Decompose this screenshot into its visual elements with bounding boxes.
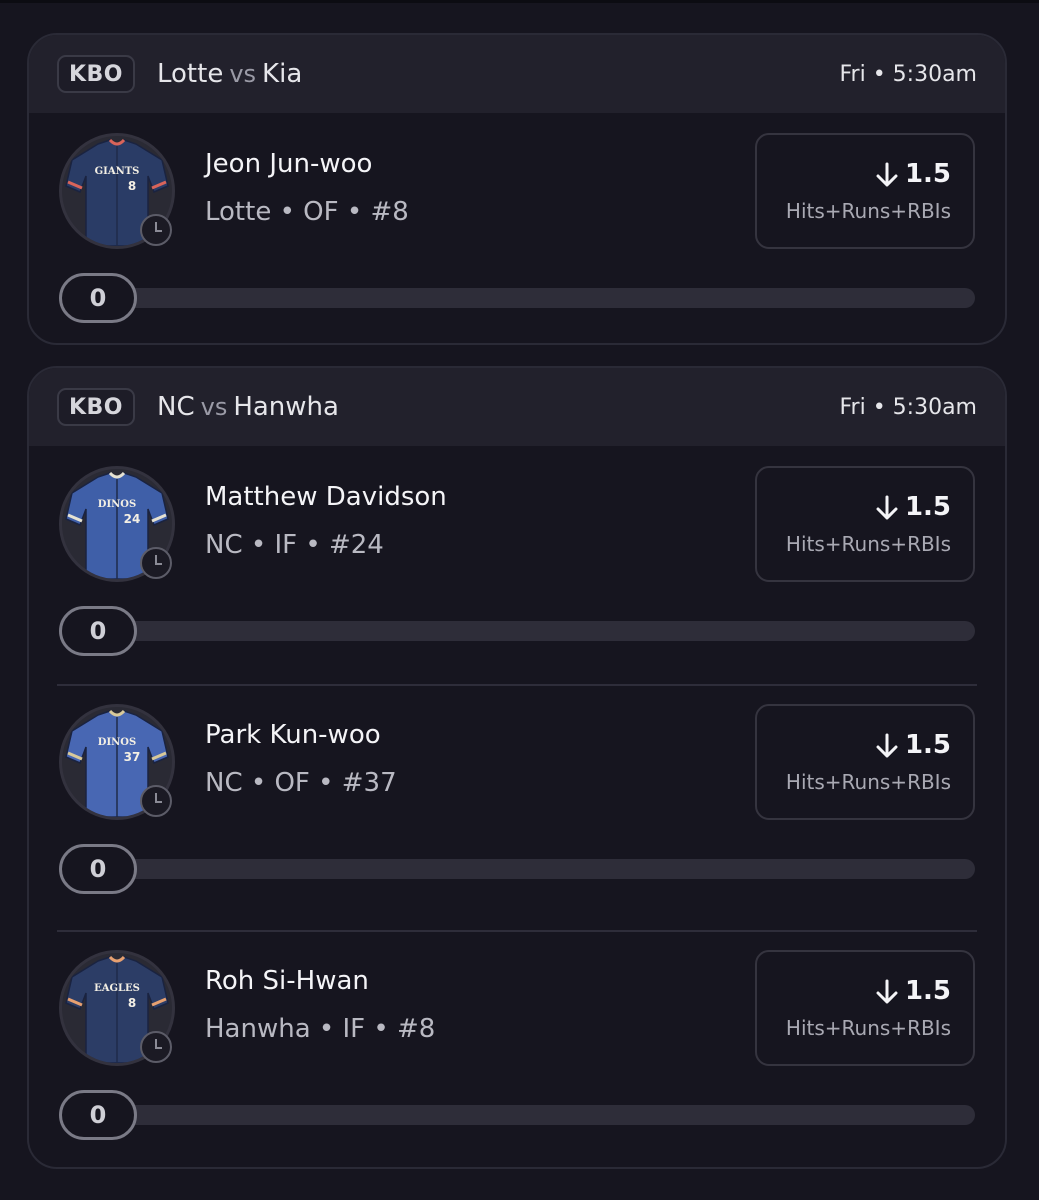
arrow-down-icon — [876, 979, 898, 1004]
line-value: 1.5 — [904, 730, 951, 760]
progress-track — [119, 1105, 975, 1125]
jersey-team-text: EAGLES — [94, 983, 140, 994]
league-badge: KBO — [57, 388, 135, 426]
line-value: 1.5 — [904, 976, 951, 1006]
jersey-number-text: 24 — [124, 512, 141, 526]
team-home: Lotte — [157, 59, 224, 89]
team-home: NC — [157, 392, 195, 422]
clock-icon — [140, 1031, 172, 1063]
jersey-team-text: DINOS — [98, 737, 136, 748]
arrow-down-icon — [876, 162, 898, 187]
jersey-team-text: GIANTS — [95, 166, 140, 177]
vs-label: vs — [229, 60, 257, 88]
stat-label: Hits+Runs+RBIs — [785, 532, 951, 556]
progress-track — [119, 859, 975, 879]
line-value: 1.5 — [904, 492, 951, 522]
stat-label: Hits+Runs+RBIs — [785, 1016, 951, 1040]
player-row[interactable]: EAGLES 8 Roh Si-Hwan Hanwha • IF • #8 1.5… — [57, 930, 977, 1167]
player-name[interactable]: Matthew Davidson — [205, 482, 447, 512]
game-card-nc-hanwha[interactable]: KBO NC vs Hanwha Fri • 5:30am DINOS 24 Matt… — [27, 366, 1007, 1169]
jersey-number-text: 37 — [124, 750, 141, 764]
clock-icon — [140, 547, 172, 579]
player-row[interactable]: DINOS 24 Matthew Davidson NC • IF • #24 1… — [29, 446, 1005, 684]
player-name[interactable]: Roh Si-Hwan — [205, 966, 369, 996]
player-avatar: DINOS 24 — [59, 466, 175, 582]
progress-count: 0 — [59, 273, 137, 323]
game-header: KBO NC vs Hanwha Fri • 5:30am — [29, 368, 1005, 446]
game-header: KBO Lotte vs Kia Fri • 5:30am — [29, 35, 1005, 113]
app-root: KBO Lotte vs Kia Fri • 5:30am GIANTS 8 Jeon… — [0, 0, 1039, 1200]
arrow-down-icon — [876, 733, 898, 758]
line-button[interactable]: 1.5 Hits+Runs+RBIs — [755, 950, 975, 1066]
arrow-down-icon — [876, 495, 898, 520]
line-button[interactable]: 1.5 Hits+Runs+RBIs — [755, 466, 975, 582]
player-name[interactable]: Park Kun-woo — [205, 720, 381, 750]
line-button[interactable]: 1.5 Hits+Runs+RBIs — [755, 704, 975, 820]
stat-label: Hits+Runs+RBIs — [785, 770, 951, 794]
vs-label: vs — [200, 393, 228, 421]
line-button[interactable]: 1.5 Hits+Runs+RBIs — [755, 133, 975, 249]
player-row[interactable]: DINOS 37 Park Kun-woo NC • OF • #37 1.5 H… — [57, 684, 977, 930]
clock-icon — [140, 785, 172, 817]
clock-icon — [140, 214, 172, 246]
game-time: Fri • 5:30am — [839, 61, 978, 87]
player-avatar: GIANTS 8 — [59, 133, 175, 249]
player-meta: Hanwha • IF • #8 — [205, 1014, 436, 1044]
game-card-lotte-kia[interactable]: KBO Lotte vs Kia Fri • 5:30am GIANTS 8 Jeon… — [27, 33, 1007, 345]
progress-count: 0 — [59, 844, 137, 894]
player-meta: NC • IF • #24 — [205, 530, 384, 560]
team-away: Kia — [262, 59, 303, 89]
player-row[interactable]: GIANTS 8 Jeon Jun-woo Lotte • OF • #8 1.5… — [29, 113, 1005, 343]
player-name[interactable]: Jeon Jun-woo — [205, 149, 372, 179]
matchup: Lotte vs Kia — [157, 59, 302, 89]
team-away: Hanwha — [233, 392, 339, 422]
game-time: Fri • 5:30am — [839, 394, 978, 420]
player-avatar: EAGLES 8 — [59, 950, 175, 1066]
progress-count: 0 — [59, 1090, 137, 1140]
progress-track — [119, 288, 975, 308]
league-badge: KBO — [57, 55, 135, 93]
jersey-number-text: 8 — [128, 996, 136, 1010]
progress-count: 0 — [59, 606, 137, 656]
stat-label: Hits+Runs+RBIs — [785, 199, 951, 223]
jersey-team-text: DINOS — [98, 499, 136, 510]
player-meta: Lotte • OF • #8 — [205, 197, 409, 227]
matchup: NC vs Hanwha — [157, 392, 339, 422]
jersey-number-text: 8 — [128, 179, 136, 193]
player-avatar: DINOS 37 — [59, 704, 175, 820]
line-value: 1.5 — [904, 159, 951, 189]
top-divider — [0, 0, 1039, 3]
progress-track — [119, 621, 975, 641]
player-meta: NC • OF • #37 — [205, 768, 397, 798]
